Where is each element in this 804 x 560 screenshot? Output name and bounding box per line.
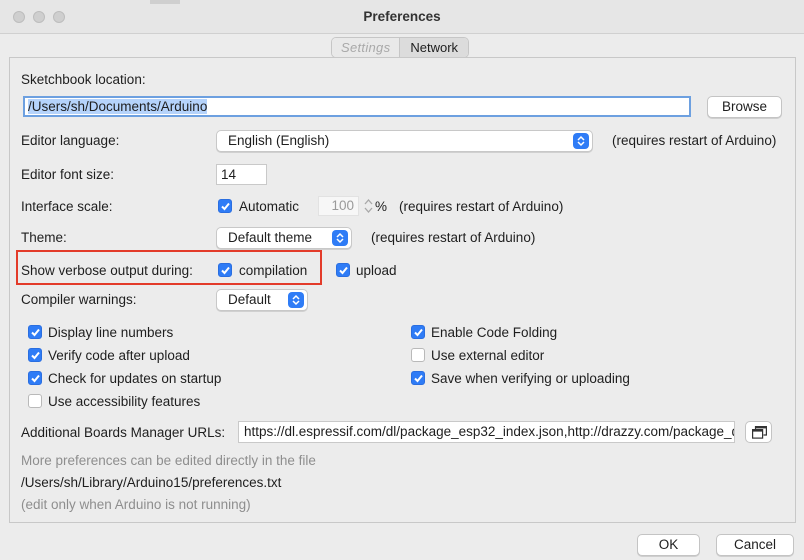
cancel-button[interactable]: Cancel bbox=[716, 534, 794, 556]
editor-font-size-field[interactable]: 14 bbox=[216, 164, 267, 185]
boards-manager-label: Additional Boards Manager URLs: bbox=[21, 425, 226, 440]
interface-scale-unit: % bbox=[375, 199, 388, 214]
save-on-verify-label: Save when verifying or uploading bbox=[431, 371, 630, 386]
display-line-numbers-checkbox[interactable] bbox=[28, 325, 42, 339]
automatic-scale-label: Automatic bbox=[239, 199, 300, 214]
chevron-updown-icon bbox=[573, 133, 589, 149]
boards-manager-urls-field[interactable]: https://dl.espressif.com/dl/package_esp3… bbox=[238, 421, 735, 443]
theme-note: (requires restart of Arduino) bbox=[371, 230, 536, 245]
verbose-compilation-label: compilation bbox=[239, 263, 308, 278]
editor-language-select[interactable]: English (English) bbox=[216, 130, 593, 152]
theme-label: Theme: bbox=[21, 230, 67, 245]
browse-button[interactable]: Browse bbox=[707, 96, 782, 118]
checkmark-icon bbox=[414, 328, 423, 337]
theme-value: Default theme bbox=[228, 230, 313, 245]
interface-scale-field[interactable]: 100 bbox=[318, 196, 359, 216]
sketchbook-path-text: /Users/sh/Documents/Arduino bbox=[28, 99, 208, 114]
window-list-icon bbox=[752, 426, 767, 439]
checkmark-icon bbox=[31, 351, 40, 360]
code-folding-checkbox[interactable] bbox=[411, 325, 425, 339]
window-title: Preferences bbox=[363, 9, 441, 24]
editor-font-size-label: Editor font size: bbox=[21, 167, 115, 182]
checkmark-icon bbox=[221, 266, 230, 275]
editor-language-note: (requires restart of Arduino) bbox=[612, 133, 777, 148]
editor-language-label: Editor language: bbox=[21, 133, 120, 148]
code-folding-label: Enable Code Folding bbox=[431, 325, 558, 340]
display-line-numbers-label: Display line numbers bbox=[48, 325, 174, 340]
verbose-output-label: Show verbose output during: bbox=[21, 263, 193, 278]
preferences-file-path: /Users/sh/Library/Arduino15/preferences.… bbox=[21, 475, 282, 490]
checkmark-icon bbox=[339, 266, 348, 275]
checkmark-icon bbox=[31, 374, 40, 383]
verbose-compilation-checkbox[interactable] bbox=[218, 263, 232, 277]
checkmark-icon bbox=[414, 374, 423, 383]
tab-network[interactable]: Network bbox=[400, 38, 469, 57]
automatic-scale-checkbox[interactable] bbox=[218, 199, 232, 213]
checkmark-icon bbox=[221, 202, 230, 211]
boards-manager-edit-button[interactable] bbox=[745, 421, 772, 443]
checkmark-icon bbox=[31, 328, 40, 337]
editor-language-value: English (English) bbox=[228, 133, 330, 148]
verbose-upload-checkbox[interactable] bbox=[336, 263, 350, 277]
ok-button[interactable]: OK bbox=[637, 534, 700, 556]
chevron-updown-icon bbox=[332, 230, 348, 246]
background-window-edge bbox=[150, 0, 180, 4]
scale-stepper-icon[interactable] bbox=[364, 197, 373, 215]
verify-after-upload-checkbox[interactable] bbox=[28, 348, 42, 362]
accessibility-checkbox[interactable] bbox=[28, 394, 42, 408]
check-updates-label: Check for updates on startup bbox=[48, 371, 222, 386]
compiler-warnings-label: Compiler warnings: bbox=[21, 292, 137, 307]
theme-select[interactable]: Default theme bbox=[216, 227, 352, 249]
compiler-warnings-value: Default bbox=[228, 292, 271, 307]
external-editor-label: Use external editor bbox=[431, 348, 545, 363]
compiler-warnings-select[interactable]: Default bbox=[216, 289, 308, 311]
title-bar: Preferences bbox=[0, 0, 804, 34]
interface-scale-label: Interface scale: bbox=[21, 199, 113, 214]
sketchbook-location-label: Sketchbook location: bbox=[21, 72, 146, 87]
interface-scale-note: (requires restart of Arduino) bbox=[399, 199, 564, 214]
save-on-verify-checkbox[interactable] bbox=[411, 371, 425, 385]
more-preferences-note: More preferences can be edited directly … bbox=[21, 453, 316, 468]
external-editor-checkbox[interactable] bbox=[411, 348, 425, 362]
chevron-updown-icon bbox=[288, 292, 304, 308]
sketchbook-path-field[interactable]: /Users/sh/Documents/Arduino bbox=[23, 96, 691, 117]
edit-when-not-running-note: (edit only when Arduino is not running) bbox=[21, 497, 251, 512]
verbose-upload-label: upload bbox=[356, 263, 397, 278]
check-updates-checkbox[interactable] bbox=[28, 371, 42, 385]
tab-bar: Settings Network bbox=[331, 37, 470, 58]
tab-settings[interactable]: Settings bbox=[332, 38, 401, 57]
verify-after-upload-label: Verify code after upload bbox=[48, 348, 190, 363]
accessibility-label: Use accessibility features bbox=[48, 394, 201, 409]
